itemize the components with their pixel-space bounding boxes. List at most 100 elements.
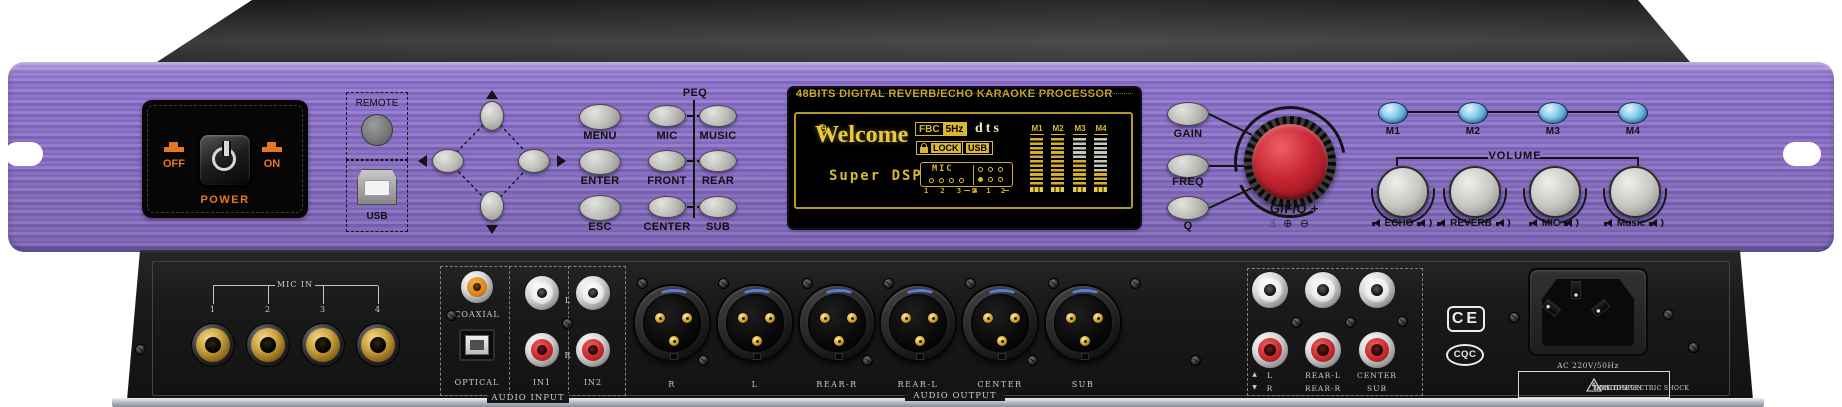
button-menu[interactable] — [579, 104, 621, 130]
volume-knob-name: MIC — [1542, 218, 1560, 229]
peq-button-label-center: CENTER — [638, 221, 696, 233]
speaker-icon — [1437, 219, 1446, 228]
xlr-pin — [1010, 313, 1020, 323]
peq-divider-line — [693, 100, 695, 218]
screw — [718, 278, 729, 289]
peq-button-mic[interactable] — [648, 105, 686, 127]
rca-hole — [537, 345, 547, 355]
micin-bracket-tick — [378, 286, 379, 304]
line-in-left-label: L — [560, 296, 576, 305]
rca-hole — [1264, 344, 1276, 356]
xlr-output-sub — [1044, 284, 1122, 362]
rca-hole — [473, 283, 481, 291]
volume-knob-reverb[interactable] — [1449, 166, 1501, 218]
screw — [637, 278, 648, 289]
volume-knob-music[interactable] — [1609, 166, 1661, 218]
xlr-pin — [834, 336, 844, 346]
caution-box: ϟ CAUTION RISK OF ELECTRIC SHOCK DONOT O… — [1518, 371, 1670, 398]
dpad-right-button[interactable] — [518, 149, 550, 173]
optical-label: OPTICAL — [442, 378, 512, 387]
xlr-pin — [765, 313, 775, 323]
optical-port-window — [470, 340, 484, 350]
display: 48BITS DIGITAL REVERB/ECHO KARAOKE PROCE… — [789, 88, 1140, 228]
audio-input-box-bottom — [440, 395, 492, 396]
line-in-right-jack-in2 — [575, 332, 611, 368]
button-label-gain: GAIN — [1158, 128, 1218, 140]
xlr-notch — [753, 353, 761, 360]
screw — [1663, 309, 1674, 320]
button-gain[interactable] — [1167, 102, 1209, 126]
meter-label-m2: M2 — [1051, 124, 1065, 135]
peq-button-music[interactable] — [699, 105, 737, 127]
speaker-loud-icon — [1649, 219, 1658, 228]
usb-label: USB — [347, 211, 407, 222]
meter-label-m3: M3 — [1073, 124, 1087, 135]
screw — [1048, 278, 1059, 289]
power-button[interactable] — [199, 134, 251, 186]
peq-button-sub[interactable] — [699, 196, 737, 218]
gfq-knob-label: - G/F/Q + — [1245, 201, 1335, 216]
rack-ear-hole — [5, 142, 43, 166]
line-in-label-in1: IN1 — [522, 378, 562, 387]
gfq-knob[interactable] — [1252, 124, 1328, 200]
speaker-icon — [1529, 219, 1538, 228]
ac-voltage-label: AC 220V/50Hz — [1528, 361, 1648, 370]
audio-input-title: AUDIO INPUT — [487, 393, 569, 403]
screw — [1397, 316, 1408, 327]
xlr-blue-arc — [658, 289, 690, 302]
micin-number: 2 — [258, 305, 278, 314]
speaker-icon — [1372, 219, 1381, 228]
peq-button-rear[interactable] — [699, 150, 737, 172]
button-freq[interactable] — [1167, 154, 1209, 178]
rca-hole — [1264, 284, 1276, 296]
meter-bars-m1 — [1030, 138, 1043, 185]
peq-tick — [687, 206, 693, 208]
button-label-enter: ENTER — [570, 175, 630, 187]
xlr-pin — [752, 336, 762, 346]
ce-mark: CE — [1447, 306, 1485, 332]
peq-button-label-front: FRONT — [638, 175, 696, 187]
xlr-output-center — [961, 284, 1039, 362]
xlr-pin — [669, 336, 679, 346]
screw — [698, 355, 709, 366]
dpad-up-button[interactable] — [480, 101, 504, 131]
rca-output-label-r: R — [1240, 384, 1300, 393]
xlr-output-rear-r — [798, 284, 876, 362]
xlr-blue-arc — [741, 289, 773, 302]
rca-output-label-sub: SUB — [1347, 384, 1407, 393]
peq-title: PEQ — [680, 87, 710, 99]
peq-button-center[interactable] — [648, 196, 686, 218]
dpad-down-button[interactable] — [480, 191, 504, 221]
coaxial-input-jack — [460, 270, 494, 304]
memory-led-label-m1: M1 — [1373, 126, 1413, 138]
button-enter[interactable] — [579, 149, 621, 175]
optical-input-port — [459, 329, 495, 361]
rca-output-jack-r — [1251, 331, 1289, 369]
volume-knob-echo[interactable] — [1377, 166, 1429, 218]
led-connector-line — [1393, 111, 1633, 113]
screw — [446, 310, 457, 321]
mic-input-jack-1 — [191, 323, 235, 367]
xlr-notch — [670, 353, 678, 360]
peq-tick — [687, 115, 693, 117]
xlr-blue-arc — [823, 289, 855, 302]
meter-bars-m3 — [1073, 138, 1086, 185]
volume-knob-name: Music — [1617, 218, 1645, 229]
xlr-pin — [738, 313, 748, 323]
rack-ear-hole — [1783, 142, 1821, 166]
xlr-blue-arc — [986, 289, 1018, 302]
screw — [965, 278, 976, 289]
peq-button-front[interactable] — [648, 150, 686, 172]
button-esc[interactable] — [579, 195, 621, 221]
memory-led-m1 — [1378, 102, 1408, 124]
memory-led-label-m2: M2 — [1453, 126, 1493, 138]
xlr-pin — [928, 313, 938, 323]
volume-knob-mic[interactable] — [1529, 166, 1581, 218]
button-q[interactable] — [1167, 196, 1209, 220]
arrow-up-icon — [486, 90, 498, 99]
line-in-right-label: R — [560, 351, 576, 360]
xlr-output-r — [633, 284, 711, 362]
micin-number: 1 — [203, 305, 223, 314]
xlr-pin — [1093, 313, 1103, 323]
dpad-left-button[interactable] — [432, 149, 464, 173]
